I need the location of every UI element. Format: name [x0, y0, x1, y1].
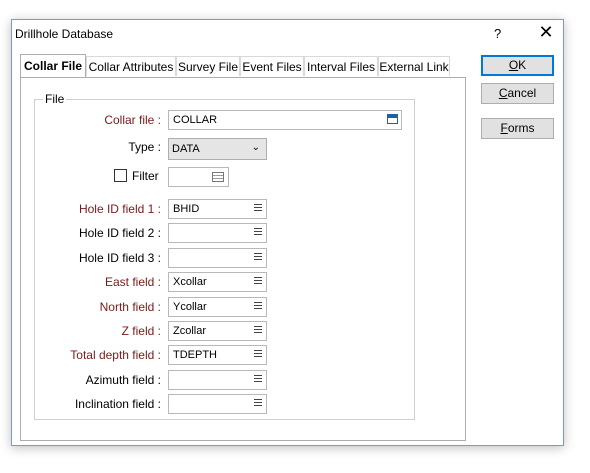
- field-label-5: North field :: [99, 300, 161, 314]
- collar-file-input[interactable]: COLLAR: [168, 110, 402, 130]
- ok-mnemonic: O: [508, 58, 519, 72]
- tab-interval-files[interactable]: Interval Files: [304, 56, 378, 76]
- field-label-9: Inclination field :: [74, 397, 161, 411]
- type-value: DATA: [172, 143, 200, 155]
- forms-label: orms: [507, 121, 535, 135]
- tab-survey-file[interactable]: Survey File: [176, 56, 240, 76]
- field-label-7: Total depth field :: [70, 348, 161, 362]
- tab-event-files[interactable]: Event Files: [240, 56, 304, 76]
- filter-label[interactable]: Filter: [132, 169, 159, 183]
- title-bar[interactable]: Drillhole Database ? ✕: [12, 20, 563, 48]
- cancel-label: ancel: [507, 86, 537, 100]
- field-label-8: Azimuth field :: [85, 373, 161, 387]
- chevron-down-icon: ⌄: [251, 142, 260, 153]
- field-label-3: Hole ID field 3 :: [78, 251, 161, 265]
- field-picker-icon[interactable]: [254, 277, 262, 287]
- field-picker-icon[interactable]: [254, 253, 262, 263]
- tab-collar-file[interactable]: Collar File: [20, 54, 86, 77]
- field-value-1: BHID: [173, 203, 200, 215]
- field-value-7: TDEPTH: [173, 349, 217, 361]
- collar-file-value: COLLAR: [173, 114, 218, 126]
- file-group-legend: File: [43, 92, 67, 106]
- ok-button[interactable]: OK: [481, 55, 554, 76]
- field-input-7[interactable]: TDEPTH: [168, 345, 267, 365]
- window-title: Drillhole Database: [15, 27, 114, 41]
- close-button[interactable]: ✕: [536, 22, 556, 43]
- type-label: Type :: [128, 140, 161, 154]
- field-label-2: Hole ID field 2 :: [78, 226, 161, 240]
- field-input-4[interactable]: Xcollar: [168, 272, 267, 292]
- field-input-5[interactable]: Ycollar: [168, 297, 267, 317]
- ok-label: K: [518, 58, 527, 72]
- field-input-3[interactable]: [168, 248, 267, 268]
- tab-collar-attributes[interactable]: Collar Attributes: [86, 56, 176, 76]
- field-input-2[interactable]: [168, 223, 267, 243]
- tab-external-link[interactable]: External Link: [378, 56, 450, 76]
- cancel-button[interactable]: Cancel: [481, 83, 554, 104]
- field-picker-icon[interactable]: [254, 326, 262, 336]
- browse-icon[interactable]: [387, 114, 398, 124]
- field-picker-icon[interactable]: [254, 204, 262, 214]
- type-dropdown[interactable]: DATA ⌄: [168, 138, 267, 160]
- field-input-6[interactable]: Zcollar: [168, 321, 267, 341]
- field-picker-icon[interactable]: [254, 350, 262, 360]
- help-button[interactable]: ?: [494, 26, 501, 41]
- field-input-9[interactable]: [168, 394, 267, 414]
- field-label-1: Hole ID field 1 :: [78, 202, 161, 216]
- field-picker-icon[interactable]: [254, 375, 262, 385]
- filter-checkbox[interactable]: [114, 169, 127, 182]
- forms-button[interactable]: Forms: [481, 118, 554, 139]
- filter-list-icon[interactable]: [212, 172, 224, 182]
- field-value-5: Ycollar: [173, 301, 207, 313]
- field-label-4: East field :: [104, 275, 161, 289]
- collar-file-label: Collar file :: [104, 113, 161, 127]
- field-value-4: Xcollar: [173, 276, 207, 288]
- forms-mnemonic: F: [500, 121, 508, 135]
- field-picker-icon[interactable]: [254, 228, 262, 238]
- field-picker-icon[interactable]: [254, 302, 262, 312]
- field-value-6: Zcollar: [173, 325, 207, 337]
- field-input-1[interactable]: BHID: [168, 199, 267, 219]
- field-label-6: Z field :: [121, 324, 161, 338]
- filter-input[interactable]: [168, 167, 229, 187]
- field-input-8[interactable]: [168, 370, 267, 390]
- field-picker-icon[interactable]: [254, 399, 262, 409]
